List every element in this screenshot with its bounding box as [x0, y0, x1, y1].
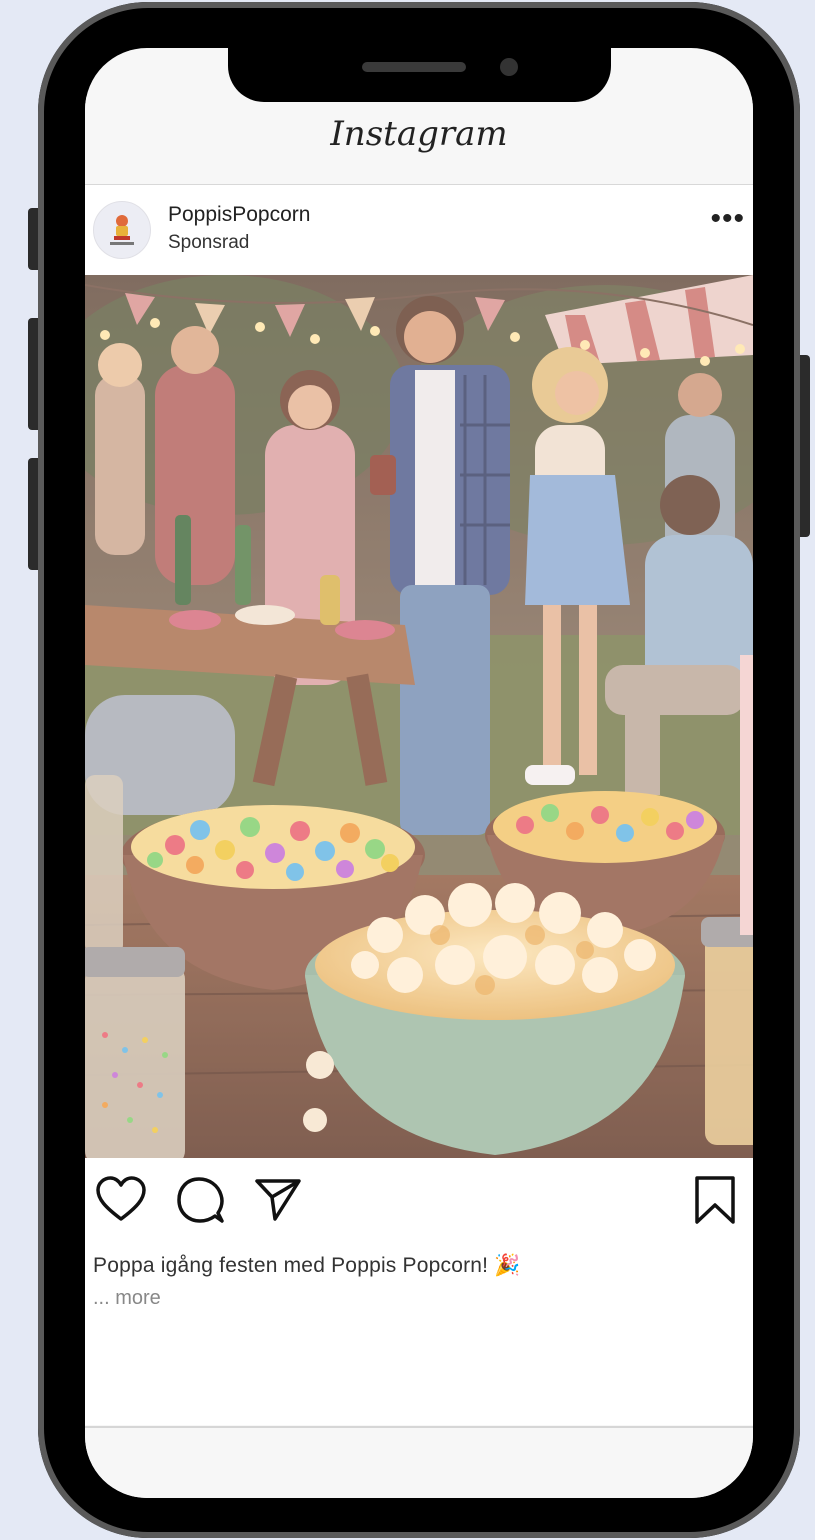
caption-more-link[interactable]: ... more: [93, 1287, 161, 1310]
speaker-grille: [362, 62, 466, 72]
post-actions: [85, 1175, 753, 1235]
instagram-logo: Instagram: [330, 114, 508, 154]
sponsored-label: Sponsrad: [168, 232, 250, 253]
brand-logo-icon: [110, 215, 134, 245]
comment-icon[interactable]: [175, 1175, 225, 1230]
app-header: Instagram: [85, 96, 753, 185]
post-header: PoppisPopcorn Sponsrad •••: [85, 185, 753, 275]
front-camera: [500, 58, 518, 76]
share-icon[interactable]: [253, 1175, 303, 1230]
post-image[interactable]: [85, 275, 753, 1158]
sponsored-post: PoppisPopcorn Sponsrad ••• Poppa igång f…: [85, 185, 753, 1425]
caption-text: Poppa igång festen med Poppis Popcorn!: [93, 1254, 489, 1277]
more-options-icon[interactable]: •••: [710, 204, 745, 234]
bottom-nav-bar: [85, 1426, 753, 1498]
post-caption: Poppa igång festen med Poppis Popcorn! 🎉: [93, 1253, 521, 1278]
bookmark-icon[interactable]: [693, 1175, 737, 1230]
phone-notch: [228, 40, 611, 102]
heart-icon[interactable]: [95, 1175, 147, 1228]
post-username[interactable]: PoppisPopcorn: [168, 203, 310, 227]
phone-screen: Instagram PoppisPopcorn Sponsrad ••• Pop…: [85, 48, 753, 1498]
party-popper-icon: 🎉: [494, 1253, 521, 1277]
avatar[interactable]: [93, 201, 151, 259]
